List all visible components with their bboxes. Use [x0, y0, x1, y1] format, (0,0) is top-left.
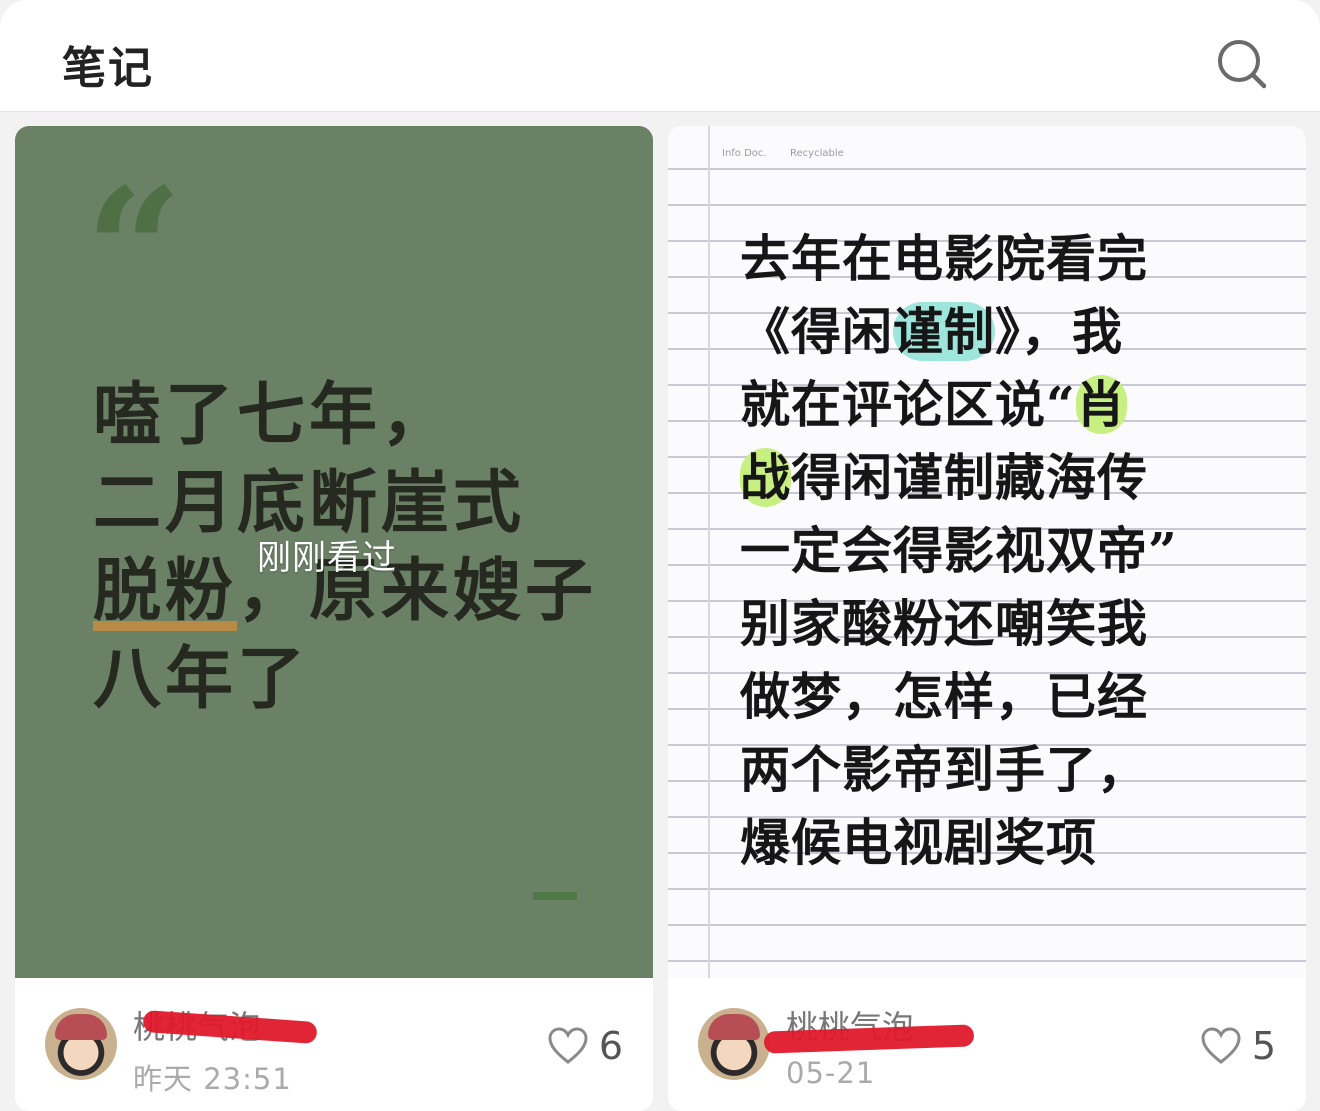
note-footer: 桃桃气泡 05-21 5 [668, 978, 1306, 1111]
cover-text: 去年在电影院看完 《得闲谨制》，我 就在评论区说“肖 战得闲谨制藏海传 一定会得… [740, 222, 1178, 879]
highlighted-word: 战 [740, 448, 791, 507]
paper-header: Info Doc. [722, 148, 767, 159]
note-card[interactable]: Info Doc. Recyclable 去年在电影院看完 《得闲谨制》，我 就… [668, 126, 1306, 1111]
cover-line: 两个影帝到手了， [740, 740, 1148, 799]
cover-line: 做梦，怎样，已经 [740, 667, 1148, 726]
note-cover[interactable]: Info Doc. Recyclable 去年在电影院看完 《得闲谨制》，我 就… [668, 126, 1306, 978]
note-card[interactable]: “ 嗑了七年， 二月底断崖式 脱粉，原来嫂子 八年了 刚刚看过 桃桃气泡 昨天 … [15, 126, 653, 1111]
like-button[interactable]: 5 [1200, 1024, 1276, 1068]
like-button[interactable]: 6 [547, 1024, 623, 1068]
highlighted-word: 谨制 [893, 302, 995, 361]
avatar-hat [708, 1014, 760, 1040]
note-time: 05-21 [786, 1056, 876, 1090]
highlighted-word: 肖 [1075, 375, 1127, 434]
cover-line-part: 》，我 [995, 302, 1123, 361]
cover-line: 嗑了七年， [93, 376, 454, 455]
cover-line-part: 得闲谨制藏海传 [791, 448, 1148, 507]
avatar[interactable] [698, 1008, 770, 1080]
avatar[interactable] [45, 1008, 117, 1080]
avatar-hat [55, 1014, 107, 1040]
cover-line-part: 就在评论区说“ [740, 375, 1076, 434]
cover-line-part: 《得闲 [740, 302, 893, 361]
highlighted-word: 脱粉 [93, 552, 238, 631]
cover-line: 去年在电影院看完 [740, 229, 1148, 288]
cover-line: 八年了 [93, 640, 310, 719]
top-bar: 笔记 [0, 0, 1320, 112]
like-count: 6 [598, 1024, 623, 1068]
cover-line: 一定会得影视双帝” [740, 521, 1178, 580]
search-icon[interactable] [1216, 38, 1268, 90]
decorative-dash [533, 892, 577, 900]
note-cover[interactable]: “ 嗑了七年， 二月底断崖式 脱粉，原来嫂子 八年了 刚刚看过 [15, 126, 653, 978]
like-count: 5 [1251, 1024, 1276, 1068]
note-footer: 桃桃气泡 昨天 23:51 6 [15, 978, 653, 1111]
paper-margin-line [708, 126, 710, 978]
cover-line: 《得闲谨制》，我 [740, 295, 1178, 368]
cover-line: 战得闲谨制藏海传 [740, 441, 1178, 514]
paper-header: Recyclable [790, 148, 844, 159]
page-title: 笔记 [62, 43, 154, 94]
recently-viewed-label: 刚刚看过 [257, 538, 397, 578]
cover-line: 别家酸粉还嘲笑我 [740, 594, 1148, 653]
cover-line: 就在评论区说“肖 [740, 368, 1178, 441]
heart-icon [1201, 1027, 1241, 1064]
quote-icon: “ [85, 151, 183, 351]
note-time: 昨天 23:51 [133, 1062, 292, 1096]
cover-line: 爆候电视剧奖项 [740, 813, 1097, 872]
heart-icon [548, 1027, 588, 1064]
